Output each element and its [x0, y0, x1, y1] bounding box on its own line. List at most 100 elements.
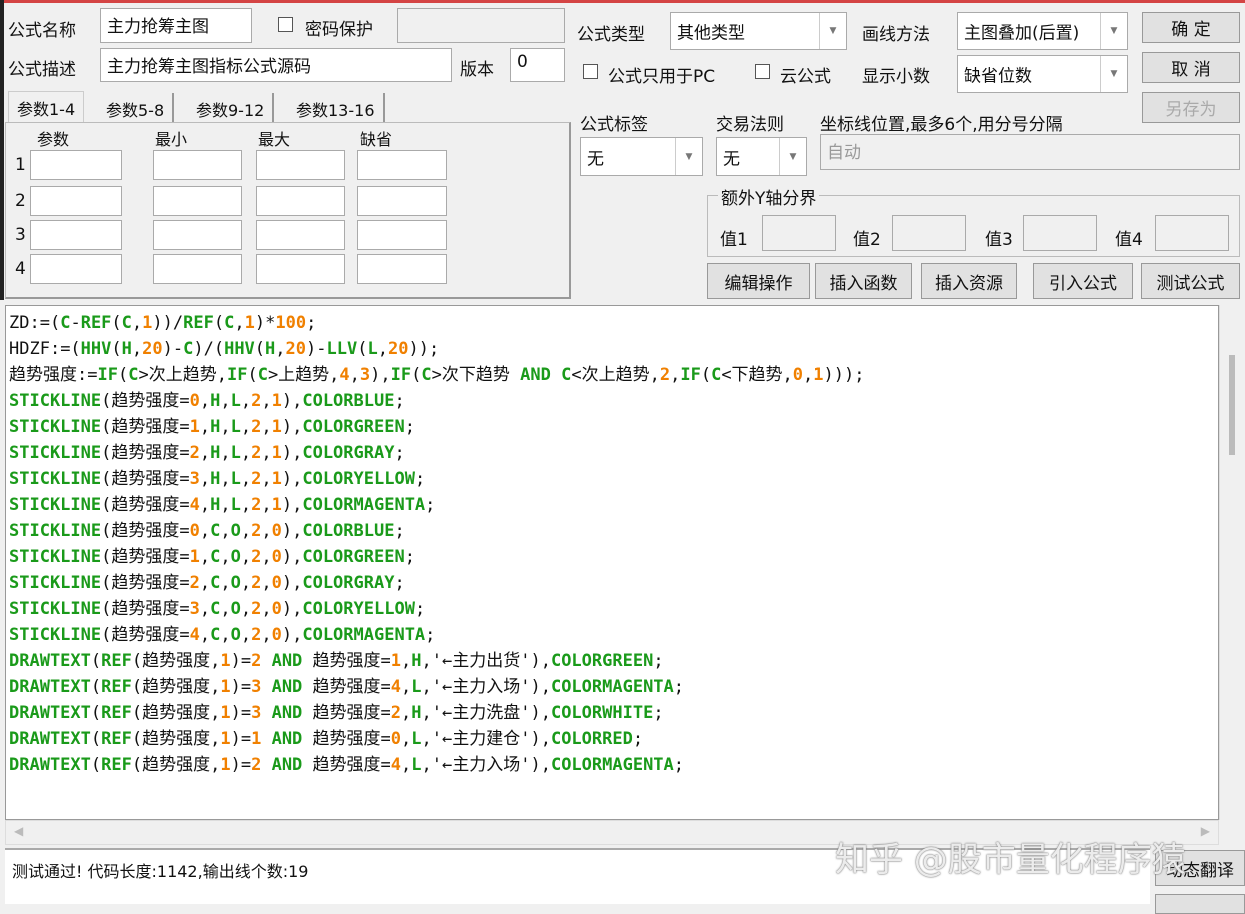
version-input[interactable]: 0 — [510, 48, 565, 82]
param-input[interactable] — [153, 220, 242, 250]
code-text: )/( — [193, 339, 225, 359]
name-input[interactable]: 主力抢筹主图 — [100, 8, 252, 43]
code-text: (趋势强度= — [101, 391, 190, 411]
cancel-button[interactable]: 取 消 — [1142, 52, 1240, 83]
param-input[interactable] — [256, 150, 345, 180]
code-text: , — [240, 495, 252, 515]
code-text: ; — [673, 755, 685, 775]
insert-function-button[interactable]: 插入函数 — [815, 263, 912, 299]
code-text: ), — [281, 599, 303, 619]
tab-params-13-16[interactable]: 参数13-16 — [288, 93, 385, 123]
code-text: , — [261, 443, 272, 463]
left-edge — [0, 0, 4, 300]
code-keyword: C — [561, 365, 572, 385]
code-keyword: STICKLINE — [9, 417, 102, 437]
tag-select[interactable]: 无 ▼ — [580, 137, 703, 176]
axis-input[interactable]: 自动 — [820, 134, 1240, 170]
cloud-checkbox[interactable] — [755, 64, 770, 79]
scroll-right-icon[interactable]: ▶ — [1201, 824, 1210, 838]
decimal-select[interactable]: 缺省位数 ▼ — [957, 55, 1128, 93]
code-number: 2 — [251, 469, 262, 489]
code-text: ), — [281, 521, 303, 541]
code-keyword: DRAWTEXT — [9, 677, 91, 697]
param-header-default: 缺省 — [360, 130, 393, 149]
status-text: 测试通过! 代码长度:1142,输出线个数:19 — [12, 862, 309, 881]
desc-input[interactable]: 主力抢筹主图指标公式源码 — [100, 48, 452, 82]
code-keyword: O — [230, 547, 241, 567]
y-value-input[interactable] — [1023, 215, 1097, 251]
extra-button[interactable] — [1155, 894, 1245, 914]
password-checkbox[interactable] — [278, 17, 293, 32]
code-number: 2 — [251, 391, 262, 411]
password-input[interactable] — [397, 8, 565, 43]
code-text: , — [377, 339, 388, 359]
code-text: >次下趋势 — [431, 365, 521, 385]
param-input[interactable] — [256, 220, 345, 250]
code-text: , — [240, 625, 252, 645]
y-value-input[interactable] — [1155, 215, 1229, 251]
code-number: 3 — [359, 365, 371, 385]
code-text: , — [199, 391, 211, 411]
code-keyword: IF — [680, 365, 701, 385]
code-text: , — [220, 625, 231, 645]
insert-resource-button[interactable]: 插入资源 — [921, 263, 1017, 299]
param-input[interactable] — [153, 186, 242, 216]
type-select[interactable]: 其他类型 ▼ — [670, 12, 847, 50]
param-input[interactable] — [153, 150, 242, 180]
scroll-left-icon[interactable]: ◀ — [14, 824, 23, 838]
code-text: )= — [230, 729, 252, 749]
code-text: - — [70, 313, 81, 333]
code-keyword: L — [367, 339, 378, 359]
code-text: , — [199, 573, 211, 593]
y-value-input[interactable] — [892, 215, 966, 251]
code-line: STICKLINE(趋势强度=2,C,O,2,0),COLORGRAY; — [9, 570, 1215, 596]
code-keyword: HHV — [224, 339, 255, 359]
tab-params-1-4[interactable]: 参数1-4 — [8, 91, 85, 122]
code-text: )= — [230, 755, 252, 775]
param-input[interactable] — [30, 220, 122, 250]
vertical-scrollbar[interactable] — [1219, 305, 1244, 820]
test-formula-button[interactable]: 测试公式 — [1141, 263, 1240, 299]
code-keyword: LLV — [326, 339, 358, 359]
code-text: (趋势强度= — [101, 443, 190, 463]
param-input[interactable] — [30, 150, 122, 180]
code-number: 1 — [251, 729, 262, 749]
code-text: , — [220, 599, 231, 619]
code-keyword: C — [210, 573, 221, 593]
code-text: ,'←主力出货'), — [421, 651, 551, 671]
param-input[interactable] — [256, 186, 345, 216]
code-keyword: STICKLINE — [9, 521, 102, 541]
code-text: (趋势强度= — [101, 547, 190, 567]
code-keyword: O — [230, 573, 241, 593]
chevron-down-icon: ▼ — [819, 13, 846, 49]
code-text: , — [199, 625, 211, 645]
edit-button[interactable]: 编辑操作 — [707, 263, 810, 299]
draw-select[interactable]: 主图叠加(后置) ▼ — [957, 12, 1128, 50]
rule-select[interactable]: 无 ▼ — [716, 137, 807, 176]
code-text: , — [220, 469, 231, 489]
import-formula-button[interactable]: 引入公式 — [1033, 263, 1133, 299]
pc-only-checkbox[interactable] — [583, 64, 598, 79]
code-keyword: L — [230, 417, 241, 437]
tab-params-5-8[interactable]: 参数5-8 — [98, 93, 175, 123]
param-input[interactable] — [153, 254, 242, 284]
code-editor[interactable]: ZD:=(C-REF(C,1))/REF(C,1)*100; HDZF:=(HHV… — [5, 305, 1219, 820]
tab-params-9-12[interactable]: 参数9-12 — [188, 93, 275, 123]
param-input[interactable] — [30, 186, 122, 216]
code-keyword: L — [411, 677, 422, 697]
param-input[interactable] — [357, 254, 447, 284]
decimal-value: 缺省位数 — [964, 66, 1032, 87]
ok-button[interactable]: 确 定 — [1142, 12, 1240, 43]
save-as-button[interactable]: 另存为 — [1142, 92, 1240, 123]
param-input[interactable] — [357, 220, 447, 250]
y-value-input[interactable] — [762, 215, 836, 251]
code-text: ( — [357, 339, 368, 359]
param-input[interactable] — [357, 186, 447, 216]
param-input[interactable] — [30, 254, 122, 284]
scroll-thumb[interactable] — [1229, 355, 1235, 455]
code-text: , — [220, 443, 231, 463]
code-keyword: H — [210, 443, 221, 463]
param-input[interactable] — [357, 150, 447, 180]
param-input[interactable] — [256, 254, 345, 284]
